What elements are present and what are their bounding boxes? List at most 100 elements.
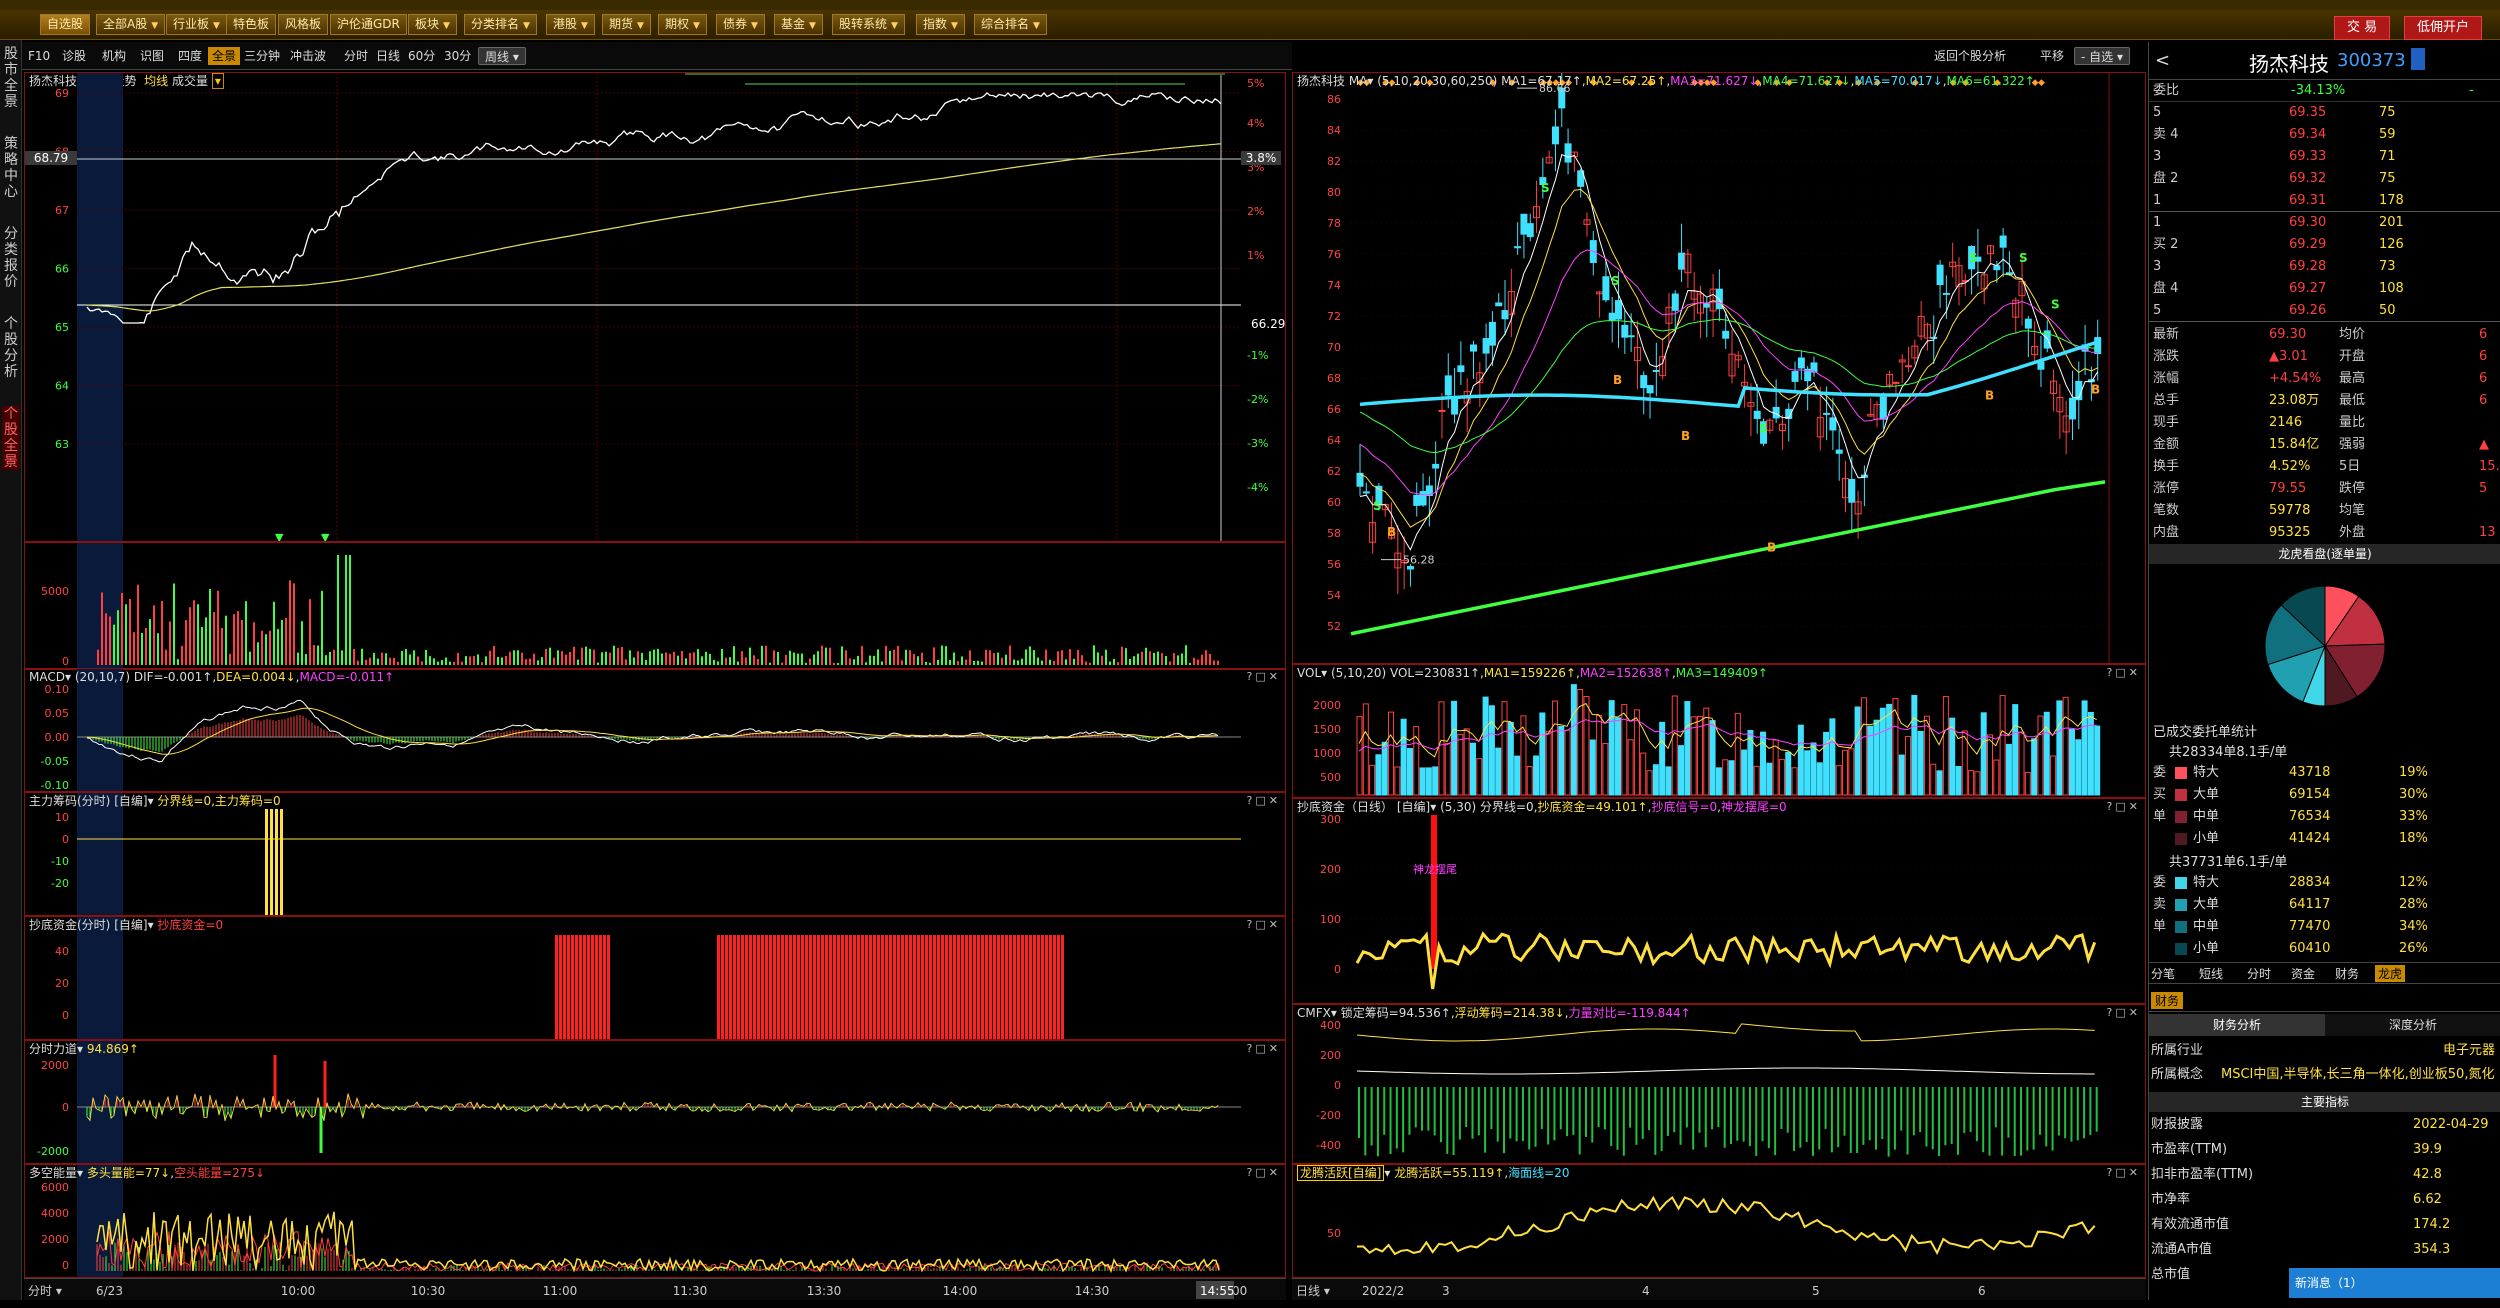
vol-bar xyxy=(241,619,243,665)
menu-btn-6[interactable]: 板块 ▼ xyxy=(408,14,457,35)
vol-bar xyxy=(861,646,863,665)
macd-panel-controls[interactable]: ?□✕ xyxy=(1247,670,1281,683)
tb-panorama[interactable]: 全景 xyxy=(208,47,241,65)
bottom-bar xyxy=(925,935,928,1039)
dvol-bar xyxy=(1633,709,1640,796)
tb-pattern[interactable]: 识图 xyxy=(140,47,164,65)
tb-weekly[interactable]: 周线 ▾ xyxy=(478,47,526,65)
longteng-chart[interactable]: 50 xyxy=(1293,1165,2145,1277)
new-message-popup[interactable]: 新消息（1） xyxy=(2289,1268,2500,1298)
menu-btn-13[interactable]: 股转系统 ▼ xyxy=(832,14,905,35)
fin-tab[interactable]: 财务 xyxy=(2151,992,2184,1009)
trade-button[interactable]: 交 易 xyxy=(2334,16,2391,40)
tb-30min[interactable]: 30分 xyxy=(444,47,471,65)
candle-body xyxy=(1879,396,1887,420)
main-chip-controls[interactable]: ?□✕ xyxy=(1247,794,1281,807)
ltab-analysis[interactable]: 个股分析 xyxy=(2,316,20,380)
bottom-bar xyxy=(579,935,582,1039)
dvol-bar xyxy=(2031,738,2038,796)
menu-btn-0[interactable]: 自选股 xyxy=(40,14,91,35)
menu-btn-2[interactable]: 行业板 ▼ xyxy=(166,14,227,35)
bottom-bar xyxy=(877,935,880,1039)
main-chip-chart[interactable]: 10 0 -10 -20 xyxy=(25,793,1285,917)
quote-tab-0[interactable]: 分笔 xyxy=(2151,965,2175,982)
vol-bar xyxy=(1053,660,1055,665)
force-chart[interactable]: 2000 0 -2000 xyxy=(25,1041,1285,1163)
tb-daily[interactable]: 日线 xyxy=(376,47,400,65)
fin-sub-deep[interactable]: 深度分析 xyxy=(2325,1014,2500,1036)
force-controls[interactable]: ?□✕ xyxy=(1247,1042,1281,1055)
menu-btn-10[interactable]: 期权 ▼ xyxy=(658,14,707,35)
sell-ent-swatch xyxy=(2175,921,2187,933)
menu-btn-8[interactable]: 港股 ▼ xyxy=(546,14,595,35)
longteng-controls[interactable]: ?□✕ xyxy=(2107,1166,2141,1179)
tb-inst[interactable]: 机构 xyxy=(102,47,126,65)
candle-body xyxy=(2094,337,2102,354)
menu-btn-11[interactable]: 债券 ▼ xyxy=(716,14,765,35)
quote-tab-3[interactable]: 资金 xyxy=(2291,965,2315,982)
buy-row-3-cell: 108 xyxy=(2379,281,2404,296)
dcd-tick-2: 100 xyxy=(1320,913,1341,926)
bottom-bar xyxy=(949,935,952,1039)
ltab-panorama[interactable]: 个股全景 xyxy=(2,406,20,470)
fin-sub-analysis[interactable]: 财务分析 xyxy=(2149,1014,2325,1036)
bottom-tick-2: 0 xyxy=(62,1009,69,1022)
daily-vol-controls[interactable]: ?□✕ xyxy=(2107,666,2141,679)
quote-tab-2[interactable]: 分时 xyxy=(2247,965,2271,982)
tb-diagnose[interactable]: 诊股 xyxy=(62,47,86,65)
daily-bottom-controls[interactable]: ?□✕ xyxy=(2107,800,2141,813)
open-account-button[interactable]: 低佣开户 xyxy=(2404,16,2483,40)
cmfx-chart[interactable]: 4002000-200-400 xyxy=(1293,1005,2145,1163)
daily-bottom-chart[interactable]: 3002001000神龙摆尾 xyxy=(1293,799,2145,1003)
menu-btn-15[interactable]: 综合排名 ▼ xyxy=(974,14,1047,35)
date-tick-1: 3 xyxy=(1442,1284,1450,1298)
tb-f10[interactable]: F10 xyxy=(28,47,50,65)
menu-btn-5[interactable]: 沪伦通GDR xyxy=(330,14,407,35)
quote-tab-4[interactable]: 财务 xyxy=(2335,965,2359,982)
ltab-market[interactable]: 股市全景 xyxy=(2,46,20,110)
energy-chart[interactable]: 6000 4000 2000 0 xyxy=(25,1165,1285,1277)
candle-body xyxy=(1671,293,1679,311)
menu-btn-4[interactable]: 风格板 xyxy=(278,14,329,35)
vol-bar xyxy=(373,652,375,665)
menu-btn-9[interactable]: 期货 ▼ xyxy=(602,14,651,35)
menu-btn-7[interactable]: 分类排名 ▼ xyxy=(464,14,537,35)
menu-btn-14[interactable]: 指数 ▼ xyxy=(916,14,965,35)
tb-intraday[interactable]: 分时 xyxy=(344,47,368,65)
menu-btn-12[interactable]: 基金 ▼ xyxy=(774,14,823,35)
macd-chart[interactable]: 0.100.050.00-0.05-0.10 xyxy=(25,669,1285,792)
vol-bar xyxy=(161,600,163,665)
quote-tab-5[interactable]: 龙虎 xyxy=(2375,965,2406,982)
vol-bar xyxy=(1033,650,1035,665)
menu-btn-1[interactable]: 全部A股 ▼ xyxy=(96,14,166,35)
vol-bar xyxy=(605,651,607,665)
back-arrow-icon[interactable]: < xyxy=(2155,50,2170,71)
tb-four[interactable]: 四度 xyxy=(178,47,202,65)
bottom-bar xyxy=(603,935,606,1039)
pan-toggle[interactable]: 平移 xyxy=(2040,47,2064,65)
dvol-bar xyxy=(2081,700,2088,796)
bottom-fund-controls[interactable]: ?□✕ xyxy=(1247,918,1281,931)
vol-bar xyxy=(669,653,671,665)
ltab-strategy[interactable]: 策略中心 xyxy=(2,136,20,200)
vol-bar xyxy=(345,555,347,665)
stat-row-9-cell: 内盘 xyxy=(2153,525,2180,540)
ltab-quote[interactable]: 分类报价 xyxy=(2,226,20,290)
daily-kline-chart[interactable]: 868482807876747270686664626058565452◆ ◆ ◆ ◆… xyxy=(1293,58,2145,663)
intraday-chart[interactable]: 696867666564635%4%3%2%1%-1%-2%-3%-4%▼▼ xyxy=(25,73,1285,541)
menu-btn-3[interactable]: 特色板 xyxy=(226,14,277,35)
dvol-bar xyxy=(1425,767,1432,796)
cmfx-controls[interactable]: ?□✕ xyxy=(2107,1006,2141,1019)
tb-wave[interactable]: 冲击波 xyxy=(290,47,326,65)
tb-60min[interactable]: 60分 xyxy=(408,47,435,65)
bottom-bar xyxy=(781,935,784,1039)
daily-volume-chart[interactable]: 2000 1500 1000 500 xyxy=(1293,665,2145,797)
vol-bar xyxy=(773,650,775,665)
watchlist-select[interactable]: - 自选 ▾ xyxy=(2074,47,2131,65)
bottom-fund-chart[interactable]: 40 20 0 xyxy=(25,917,1285,1039)
energy-controls[interactable]: ?□✕ xyxy=(1247,1166,1281,1179)
back-analysis-link[interactable]: 返回个股分析 xyxy=(1934,47,2006,65)
quote-tab-1[interactable]: 短线 xyxy=(2199,965,2223,982)
intraday-volume-chart[interactable]: 5000 0 xyxy=(25,543,1285,669)
tb-3min[interactable]: 三分钟 xyxy=(244,47,280,65)
